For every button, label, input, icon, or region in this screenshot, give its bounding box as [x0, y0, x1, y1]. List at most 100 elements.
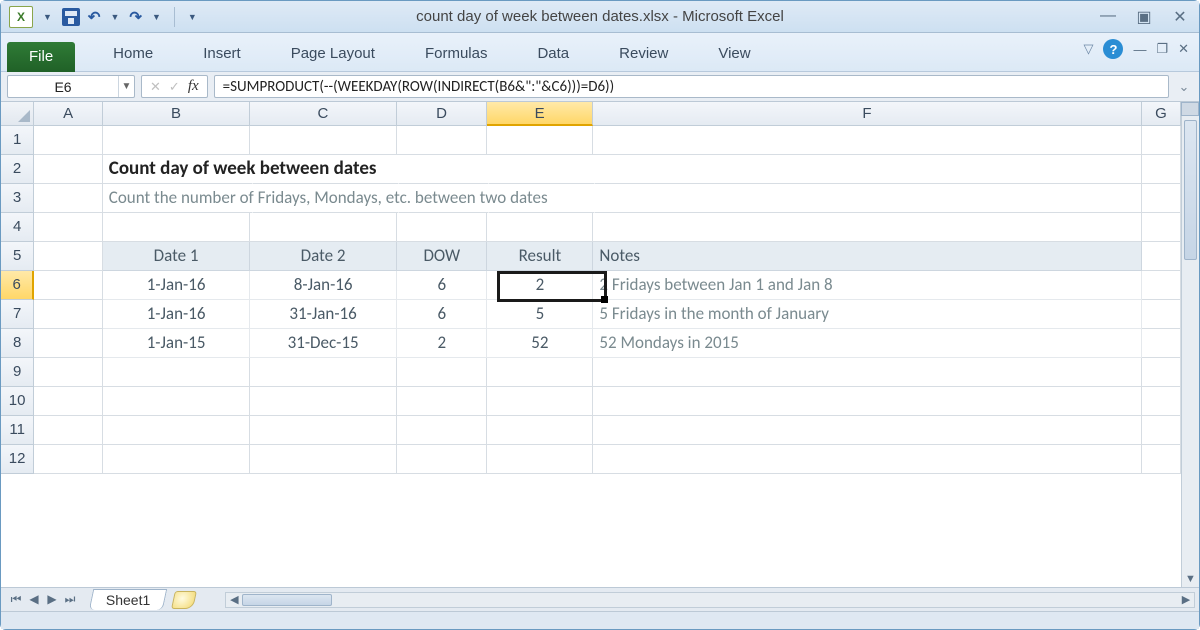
cell-A6[interactable]	[34, 271, 103, 300]
redo-dropdown-icon[interactable]: ▼	[150, 12, 163, 22]
cell-F12[interactable]	[593, 445, 1141, 474]
cell-F8[interactable]: 52 Mondays in 2015	[593, 329, 1141, 358]
row-header-12[interactable]: 12	[1, 445, 34, 474]
row-header-6[interactable]: 6	[1, 271, 34, 300]
horizontal-scroll-thumb[interactable]	[242, 594, 332, 606]
cell-D8[interactable]: 2	[397, 329, 487, 358]
qat-customize-icon[interactable]: ▼	[186, 12, 199, 22]
cell-A3[interactable]	[34, 184, 103, 213]
row-header-8[interactable]: 8	[1, 329, 34, 358]
cell-B5[interactable]: Date 1	[103, 242, 250, 271]
cell-E4[interactable]	[487, 213, 593, 242]
sheet-nav-last-icon[interactable]: ⏭	[61, 592, 79, 607]
sheet-nav-first-icon[interactable]: ⏮	[7, 592, 25, 607]
cell-B4[interactable]	[103, 213, 250, 242]
row-header-9[interactable]: 9	[1, 358, 34, 387]
split-box[interactable]	[1181, 102, 1199, 116]
cell-B12[interactable]	[103, 445, 250, 474]
tab-page-layout[interactable]: Page Layout	[269, 37, 397, 71]
cell-D1[interactable]	[397, 126, 487, 155]
cell-F6[interactable]: 2 Fridays between Jan 1 and Jan 8	[593, 271, 1141, 300]
cell-C1[interactable]	[250, 126, 397, 155]
cell-C7[interactable]: 31-Jan-16	[250, 300, 397, 329]
row-header-3[interactable]: 3	[1, 184, 34, 213]
undo-dropdown-icon[interactable]: ▼	[109, 12, 122, 22]
cell-B9[interactable]	[103, 358, 250, 387]
cell-G1[interactable]	[1142, 126, 1181, 155]
cell-B11[interactable]	[103, 416, 250, 445]
cell-G12[interactable]	[1142, 445, 1181, 474]
cell-F11[interactable]	[593, 416, 1141, 445]
enter-formula-icon[interactable]: ✓	[169, 79, 180, 95]
col-header-F[interactable]: F	[593, 102, 1142, 126]
cell-G7[interactable]	[1142, 300, 1181, 329]
cell-E1[interactable]	[487, 126, 593, 155]
cell-A11[interactable]	[34, 416, 103, 445]
cell-G8[interactable]	[1142, 329, 1181, 358]
cell-C6[interactable]: 8-Jan-16	[250, 271, 397, 300]
cell-A8[interactable]	[34, 329, 103, 358]
tab-home[interactable]: Home	[91, 37, 175, 71]
help-icon[interactable]: ?	[1103, 39, 1123, 59]
cell-E7[interactable]: 5	[487, 300, 593, 329]
cell-F7[interactable]: 5 Fridays in the month of January	[593, 300, 1141, 329]
tab-data[interactable]: Data	[515, 37, 591, 71]
cell-F10[interactable]	[593, 387, 1141, 416]
scroll-right-icon[interactable]: ▶	[1178, 593, 1194, 606]
row-header-7[interactable]: 7	[1, 300, 34, 329]
workbook-close-button[interactable]: ✕	[1178, 41, 1189, 57]
cell-E2[interactable]	[489, 155, 595, 184]
sheet-nav-next-icon[interactable]: ▶	[43, 592, 61, 607]
tab-view[interactable]: View	[696, 37, 772, 71]
cell-C4[interactable]	[250, 213, 397, 242]
insert-function-icon[interactable]: fx	[188, 78, 199, 95]
expand-formula-bar-icon[interactable]: ⌄	[1175, 79, 1193, 95]
workbook-minimize-button[interactable]: —	[1133, 42, 1146, 57]
qat-dropdown-icon[interactable]: ▼	[41, 12, 54, 22]
select-all-corner[interactable]	[1, 102, 34, 126]
cell-B1[interactable]	[103, 126, 250, 155]
row-header-2[interactable]: 2	[1, 155, 34, 184]
cell-B10[interactable]	[103, 387, 250, 416]
cell-C11[interactable]	[250, 416, 397, 445]
cell-E6[interactable]: 2	[487, 271, 593, 300]
cell-A10[interactable]	[34, 387, 103, 416]
row-header-11[interactable]: 11	[1, 416, 34, 445]
close-button[interactable]: ✕	[1169, 7, 1191, 27]
row-header-4[interactable]: 4	[1, 213, 34, 242]
sheet-tab-active[interactable]: Sheet1	[89, 589, 168, 610]
cell-C10[interactable]	[250, 387, 397, 416]
cell-C8[interactable]: 31-Dec-15	[250, 329, 397, 358]
cell-F1[interactable]	[593, 126, 1141, 155]
col-header-E[interactable]: E	[487, 102, 593, 126]
cell-G11[interactable]	[1142, 416, 1181, 445]
workbook-restore-button[interactable]: ❐	[1156, 41, 1168, 57]
cell-G4[interactable]	[1142, 213, 1181, 242]
ribbon-minimize-icon[interactable]: ▽	[1083, 41, 1093, 57]
name-box-dropdown-icon[interactable]: ▼	[118, 76, 134, 97]
cell-C3[interactable]	[253, 184, 400, 213]
cell-F5[interactable]: Notes	[593, 242, 1141, 271]
cell-F4[interactable]	[593, 213, 1141, 242]
cell-F3[interactable]	[595, 184, 1142, 213]
excel-logo-icon[interactable]: X	[9, 6, 33, 28]
cell-B3[interactable]: Count the number of Fridays, Mondays, et…	[103, 184, 253, 213]
cell-D5[interactable]: DOW	[397, 242, 487, 271]
cell-B8[interactable]: 1-Jan-15	[103, 329, 250, 358]
cell-E9[interactable]	[487, 358, 593, 387]
cell-D7[interactable]: 6	[397, 300, 487, 329]
cell-D12[interactable]	[397, 445, 487, 474]
cell-A5[interactable]	[34, 242, 103, 271]
cell-C12[interactable]	[250, 445, 397, 474]
cell-E11[interactable]	[487, 416, 593, 445]
col-header-A[interactable]: A	[34, 102, 103, 126]
cell-A9[interactable]	[34, 358, 103, 387]
col-header-B[interactable]: B	[103, 102, 250, 126]
undo-icon[interactable]: ↶	[88, 8, 101, 26]
cell-E10[interactable]	[487, 387, 593, 416]
cell-G2[interactable]	[1142, 155, 1181, 184]
cell-E12[interactable]	[487, 445, 593, 474]
file-tab[interactable]: File	[7, 42, 75, 72]
cell-G5[interactable]	[1142, 242, 1181, 271]
tab-review[interactable]: Review	[597, 37, 690, 71]
